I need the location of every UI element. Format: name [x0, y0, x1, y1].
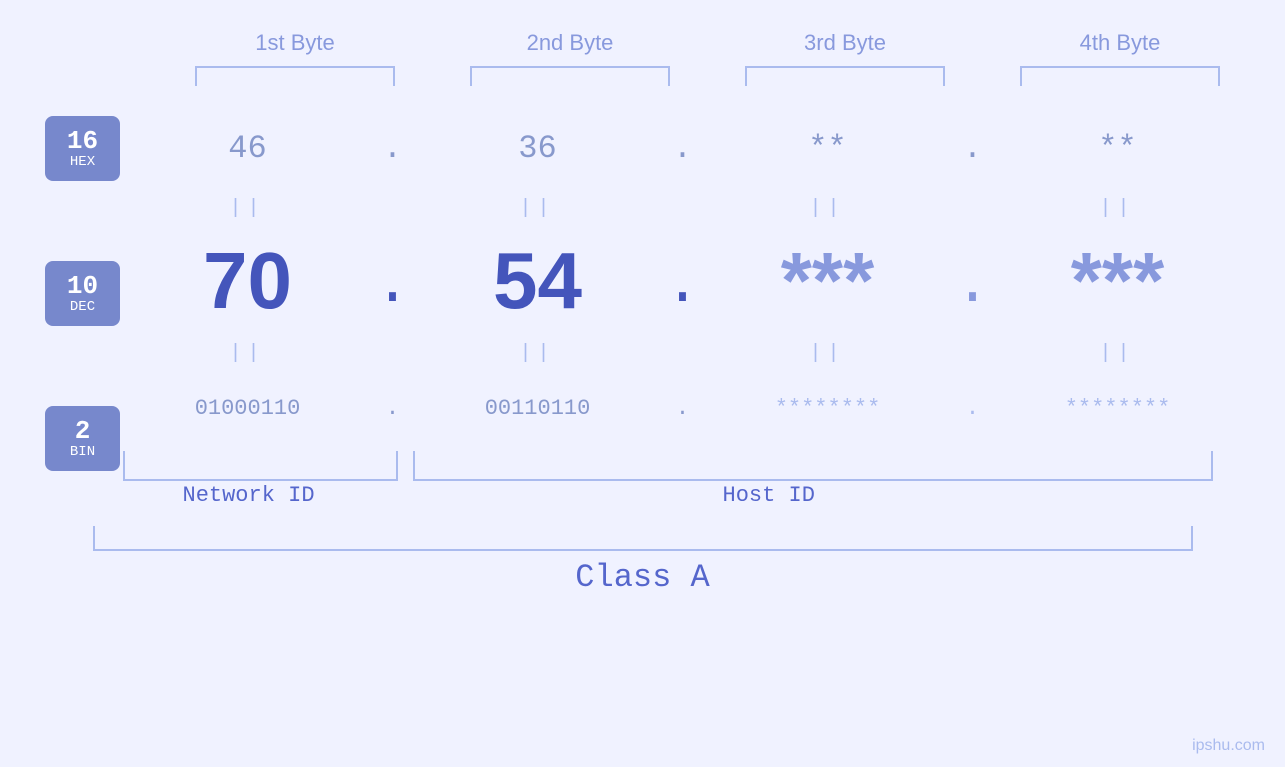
byte-header-2: 2nd Byte [450, 30, 690, 56]
bin-dot-3: . [953, 398, 993, 420]
hex-byte-1-cell: 46 [123, 130, 373, 167]
class-a-section: Class A [93, 526, 1193, 596]
equals-2-1: || [123, 342, 373, 365]
dec-badge-label: DEC [70, 300, 95, 315]
dec-byte-2: 54 [493, 236, 582, 325]
dec-byte-4: *** [1071, 236, 1164, 325]
hex-dot-3: . [953, 133, 993, 165]
equals-row-2: || || || || [123, 336, 1243, 371]
dec-byte-2-cell: 54 [413, 241, 663, 321]
equals-1-1: || [123, 197, 373, 220]
bin-byte-1: 01000110 [195, 396, 301, 421]
bin-byte-1-cell: 01000110 [123, 396, 373, 421]
bottom-brackets-area: Network ID Host ID [123, 451, 1223, 511]
bin-badge-label: BIN [70, 445, 95, 460]
network-id-label: Network ID [183, 483, 315, 508]
host-id-label: Host ID [723, 483, 815, 508]
host-bracket [413, 451, 1213, 481]
byte-header-4: 4th Byte [1000, 30, 1240, 56]
dec-badge-number: 10 [67, 272, 98, 301]
hex-byte-2: 36 [518, 130, 556, 167]
bin-byte-2-cell: 00110110 [413, 396, 663, 421]
hex-byte-2-cell: 36 [413, 130, 663, 167]
dec-badge: 10 DEC [45, 261, 120, 326]
byte-header-1: 1st Byte [175, 30, 415, 56]
byte-headers-row: 1st Byte 2nd Byte 3rd Byte 4th Byte [158, 30, 1258, 56]
equals-1-4: || [993, 197, 1243, 220]
bracket-byte-3 [745, 66, 945, 86]
hex-badge: 16 HEX [45, 116, 120, 181]
class-a-label: Class A [93, 559, 1193, 596]
dec-byte-4-cell: *** [993, 241, 1243, 321]
hex-byte-1: 46 [228, 130, 266, 167]
byte-header-3: 3rd Byte [725, 30, 965, 56]
equals-2-2: || [413, 342, 663, 365]
hex-dot-2: . [663, 133, 703, 165]
equals-row-1: || || || || [123, 191, 1243, 226]
bracket-byte-2 [470, 66, 670, 86]
bin-byte-2: 00110110 [485, 396, 591, 421]
hex-values-row: 46 . 36 . ** . ** [123, 106, 1243, 191]
hex-byte-4: ** [1098, 130, 1136, 167]
bin-values-row: 01000110 . 00110110 . ******** . *******… [123, 371, 1243, 446]
bin-byte-3-cell: ******** [703, 396, 953, 421]
bin-badge: 2 BIN [45, 406, 120, 471]
network-bracket [123, 451, 398, 481]
equals-1-3: || [703, 197, 953, 220]
bin-byte-4-cell: ******** [993, 396, 1243, 421]
hex-badge-number: 16 [67, 127, 98, 156]
bracket-byte-4 [1020, 66, 1220, 86]
bracket-byte-1 [195, 66, 395, 86]
dec-dot-3: . [953, 246, 993, 316]
dec-byte-3-cell: *** [703, 241, 953, 321]
bin-byte-4: ******** [1065, 396, 1171, 421]
hex-dot-1: . [373, 133, 413, 165]
hex-badge-label: HEX [70, 155, 95, 170]
dec-byte-1-cell: 70 [123, 241, 373, 321]
dec-byte-3: *** [781, 236, 874, 325]
dec-values-row: 70 . 54 . *** . *** [123, 226, 1243, 336]
bin-byte-3: ******** [775, 396, 881, 421]
class-a-bracket [93, 526, 1193, 551]
main-container: 1st Byte 2nd Byte 3rd Byte 4th Byte 16 H… [0, 0, 1285, 767]
equals-2-3: || [703, 342, 953, 365]
equals-2-4: || [993, 342, 1243, 365]
values-area: 46 . 36 . ** . ** || || [123, 106, 1243, 511]
equals-1-2: || [413, 197, 663, 220]
dec-byte-1: 70 [203, 236, 292, 325]
top-brackets-row [158, 66, 1258, 86]
bin-badge-number: 2 [75, 417, 91, 446]
hex-byte-3-cell: ** [703, 130, 953, 167]
dec-dot-2: . [663, 246, 703, 316]
base-labels-column: 16 HEX 10 DEC 2 BIN [43, 106, 123, 471]
watermark: ipshu.com [1192, 737, 1265, 755]
bin-dot-1: . [373, 398, 413, 420]
dec-dot-1: . [373, 246, 413, 316]
hex-byte-4-cell: ** [993, 130, 1243, 167]
bin-dot-2: . [663, 398, 703, 420]
hex-byte-3: ** [808, 130, 846, 167]
